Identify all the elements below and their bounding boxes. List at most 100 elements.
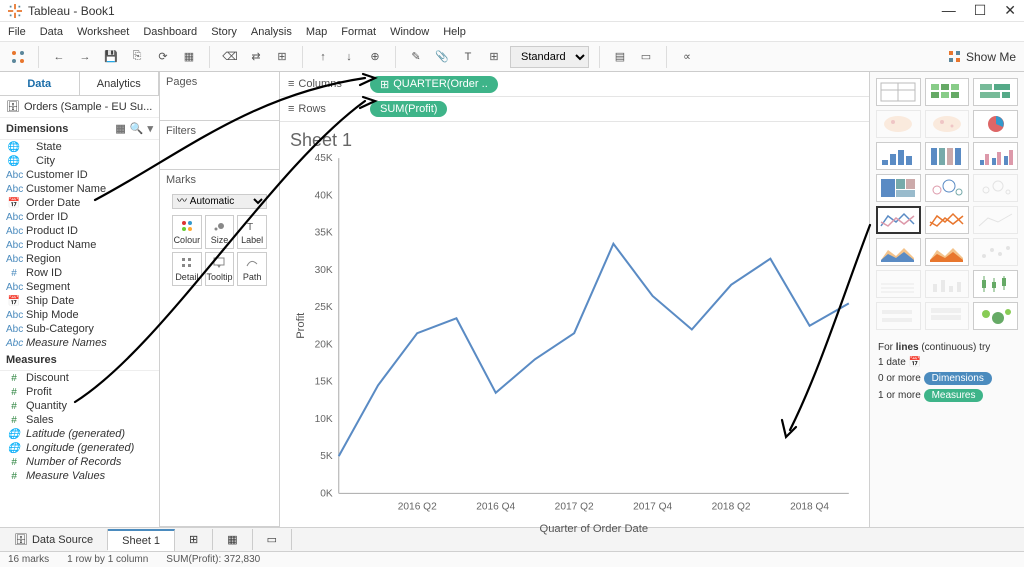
columns-shelf[interactable]: ≡Columns ⊞QUARTER(Order ..: [280, 72, 869, 97]
view-icon[interactable]: ▦: [115, 122, 125, 135]
marks-card-colour[interactable]: Colour: [172, 215, 202, 249]
tab-sheet1[interactable]: Sheet 1: [108, 529, 175, 551]
minimize-button[interactable]: —: [942, 2, 956, 19]
dimension-item[interactable]: 📅Ship Date: [0, 294, 159, 308]
dimension-item[interactable]: AbcSub-Category: [0, 322, 159, 336]
tableau-icon[interactable]: [8, 47, 28, 67]
viz-thumb-21[interactable]: [876, 302, 921, 330]
new-worksheet-button[interactable]: ▦: [179, 47, 199, 67]
filters-shelf[interactable]: Filters: [160, 121, 279, 170]
measure-item[interactable]: 🌐Latitude (generated): [0, 427, 159, 441]
fix-axis-button[interactable]: ⊞: [484, 47, 504, 67]
search-icon[interactable]: 🔍: [130, 122, 144, 135]
pin-button[interactable]: 📎: [432, 47, 452, 67]
viz-thumb-10[interactable]: [925, 174, 970, 202]
measure-item[interactable]: #Measure Values: [0, 469, 159, 483]
measure-item[interactable]: #Profit: [0, 385, 159, 399]
swap-button[interactable]: ⇄: [246, 47, 266, 67]
viz-thumb-8[interactable]: [973, 142, 1018, 170]
marks-card-tooltip[interactable]: Tooltip: [205, 252, 235, 286]
menu-worksheet[interactable]: Worksheet: [77, 26, 129, 38]
measure-item[interactable]: 🌐Longitude (generated): [0, 441, 159, 455]
marks-type-select[interactable]: 〰 Automatic: [172, 194, 267, 209]
viz-thumb-0[interactable]: [876, 78, 921, 106]
marks-card-size[interactable]: Size: [205, 215, 235, 249]
close-button[interactable]: ✕: [1004, 2, 1016, 19]
share-button[interactable]: ∝: [677, 47, 697, 67]
dimension-item[interactable]: AbcProduct Name: [0, 238, 159, 252]
text-button[interactable]: T: [458, 47, 478, 67]
save-button[interactable]: 💾: [101, 47, 121, 67]
new-datasource-button[interactable]: ⎘: [127, 47, 147, 67]
viz-thumb-18[interactable]: [876, 270, 921, 298]
measure-item[interactable]: #Discount: [0, 371, 159, 385]
measure-item[interactable]: #Quantity: [0, 399, 159, 413]
dimension-item[interactable]: AbcOrder ID: [0, 210, 159, 224]
viz-thumb-5[interactable]: [973, 110, 1018, 138]
dimension-item[interactable]: AbcSegment: [0, 280, 159, 294]
sort-asc-button[interactable]: ↑: [313, 47, 333, 67]
fit-select[interactable]: Standard: [510, 46, 589, 68]
dimension-item[interactable]: 🌐State: [0, 140, 159, 154]
viz-thumb-7[interactable]: [925, 142, 970, 170]
dimension-item[interactable]: AbcRegion: [0, 252, 159, 266]
viz-thumb-9[interactable]: [876, 174, 921, 202]
menu-file[interactable]: File: [8, 26, 26, 38]
menu-format[interactable]: Format: [341, 26, 376, 38]
presentation-button[interactable]: ▭: [636, 47, 656, 67]
rows-pill[interactable]: SUM(Profit): [370, 101, 447, 117]
menu-window[interactable]: Window: [390, 26, 429, 38]
dimension-item[interactable]: AbcShip Mode: [0, 308, 159, 322]
viz-thumb-2[interactable]: [973, 78, 1018, 106]
dimension-item[interactable]: AbcMeasure Names: [0, 336, 159, 350]
viz-thumb-14[interactable]: [973, 206, 1018, 234]
fit-button[interactable]: ⊞: [272, 47, 292, 67]
menu-map[interactable]: Map: [306, 26, 327, 38]
menu-help[interactable]: Help: [443, 26, 466, 38]
dimension-item[interactable]: 🌐City: [0, 154, 159, 168]
sheet-title[interactable]: Sheet 1: [290, 130, 855, 151]
viz-thumb-16[interactable]: [925, 238, 970, 266]
view-cards-button[interactable]: ▤: [610, 47, 630, 67]
new-story-button[interactable]: ▭: [253, 529, 292, 550]
redo-button[interactable]: →: [75, 47, 95, 67]
undo-button[interactable]: ←: [49, 47, 69, 67]
viz-thumb-13[interactable]: [925, 206, 970, 234]
dimension-item[interactable]: AbcCustomer ID: [0, 168, 159, 182]
viz-thumb-11[interactable]: [973, 174, 1018, 202]
dimension-item[interactable]: AbcProduct ID: [0, 224, 159, 238]
viz-thumb-17[interactable]: [973, 238, 1018, 266]
highlight-button[interactable]: ✎: [406, 47, 426, 67]
group-button[interactable]: ⊕: [365, 47, 385, 67]
viz-thumb-6[interactable]: [876, 142, 921, 170]
datasource-row[interactable]: 🗄 Orders (Sample - EU Su...: [0, 96, 159, 118]
viz-thumb-12[interactable]: [876, 206, 921, 234]
dimension-item[interactable]: 📅Order Date: [0, 196, 159, 210]
tab-datasource[interactable]: 🗄Data Source: [0, 529, 108, 550]
refresh-button[interactable]: ⟳: [153, 47, 173, 67]
columns-pill[interactable]: ⊞QUARTER(Order ..: [370, 76, 498, 93]
viz-thumb-1[interactable]: [925, 78, 970, 106]
menu-analysis[interactable]: Analysis: [251, 26, 292, 38]
new-dashboard-button[interactable]: ▦: [213, 529, 252, 550]
sort-desc-button[interactable]: ↓: [339, 47, 359, 67]
viz-thumb-19[interactable]: [925, 270, 970, 298]
new-sheet-button[interactable]: ⊞: [175, 529, 213, 550]
pages-shelf[interactable]: Pages: [160, 72, 279, 121]
viz-thumb-4[interactable]: [925, 110, 970, 138]
measure-item[interactable]: #Number of Records: [0, 455, 159, 469]
showme-toggle[interactable]: Show Me: [948, 50, 1016, 64]
tab-data[interactable]: Data: [0, 72, 80, 95]
measure-item[interactable]: #Sales: [0, 413, 159, 427]
line-chart[interactable]: 0K5K10K15K20K25K30K35K40K45K2016 Q22016 …: [290, 152, 859, 538]
viz-thumb-3[interactable]: [876, 110, 921, 138]
viz-thumb-22[interactable]: [925, 302, 970, 330]
maximize-button[interactable]: ☐: [974, 2, 987, 19]
viz-thumb-15[interactable]: [876, 238, 921, 266]
dimension-item[interactable]: AbcCustomer Name: [0, 182, 159, 196]
marks-card-detail[interactable]: Detail: [172, 252, 202, 286]
tab-analytics[interactable]: Analytics: [80, 72, 160, 95]
clear-button[interactable]: ⌫: [220, 47, 240, 67]
marks-card-path[interactable]: Path: [237, 252, 267, 286]
viz-thumb-23[interactable]: [973, 302, 1018, 330]
